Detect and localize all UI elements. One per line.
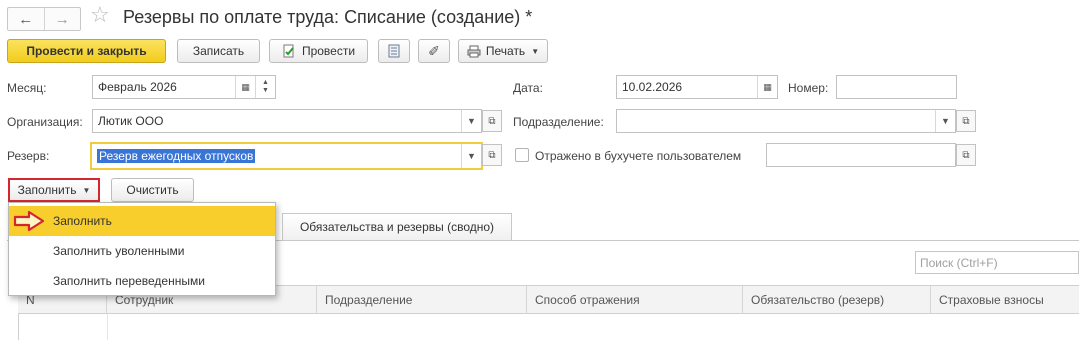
number-field[interactable]: [836, 75, 957, 99]
month-stepper[interactable]: ▲ ▼: [255, 76, 275, 98]
open-accounting-user-button[interactable]: ⧉: [956, 144, 976, 166]
fill-button-label: Заполнить: [17, 183, 77, 197]
organization-field[interactable]: Лютик ООО ▼: [92, 109, 482, 133]
accounting-checkbox-label: Отражено в бухучете пользователем: [535, 149, 742, 163]
clear-button[interactable]: Очистить: [111, 178, 194, 202]
column-division[interactable]: Подразделение: [316, 286, 526, 313]
printer-icon: [467, 45, 481, 57]
post-button-label: Провести: [301, 44, 356, 58]
chevron-down-icon: ▼: [82, 185, 91, 195]
stepper-up-icon[interactable]: ▲: [262, 79, 269, 87]
save-button[interactable]: Записать: [177, 39, 260, 63]
organization-value: Лютик ООО: [98, 114, 164, 128]
division-field[interactable]: ▼: [616, 109, 956, 133]
menu-item-fill-transferred[interactable]: Заполнить переведенными: [9, 266, 275, 296]
post-and-close-button[interactable]: Провести и закрыть: [7, 39, 166, 63]
document-list-button[interactable]: [378, 39, 410, 63]
column-insurance-contributions[interactable]: Страховые взносы: [930, 286, 1079, 313]
star-icon[interactable]: ☆: [90, 4, 110, 26]
stepper-down-icon[interactable]: ▼: [262, 87, 269, 95]
date-field[interactable]: 10.02.2026 ▦: [616, 75, 778, 99]
column-reflection-method[interactable]: Способ отражения: [526, 286, 742, 313]
menu-item-label: Заполнить: [53, 214, 112, 228]
search-input[interactable]: Поиск (Ctrl+F): [915, 251, 1079, 274]
menu-item-fill[interactable]: Заполнить: [9, 206, 275, 236]
division-label: Подразделение:: [513, 115, 604, 129]
attachment-button[interactable]: ✐: [418, 39, 450, 63]
menu-item-label: Заполнить уволенными: [53, 244, 185, 258]
calendar-icon[interactable]: ▦: [235, 76, 255, 98]
paperclip-icon: ✐: [428, 42, 440, 59]
fill-dropdown-menu: Заполнить Заполнить уволенными Заполнить…: [8, 202, 276, 296]
tab-obligations-summary[interactable]: Обязательства и резервы (сводно): [282, 213, 512, 240]
reserve-value: Резерв ежегодных отпусков: [97, 149, 256, 163]
open-window-icon: ⧉: [488, 115, 496, 127]
reserve-field[interactable]: Резерв ежегодных отпусков ▼: [90, 142, 483, 170]
open-reserve-button[interactable]: ⧉: [482, 144, 502, 166]
chevron-down-icon[interactable]: ▼: [461, 110, 481, 132]
page-title: Резервы по оплате труда: Списание (созда…: [123, 7, 533, 27]
organization-label: Организация:: [7, 115, 83, 129]
print-button[interactable]: Печать ▼: [458, 39, 548, 63]
date-label: Дата:: [513, 81, 543, 95]
month-value: Февраль 2026: [98, 80, 177, 94]
open-window-icon: ⧉: [962, 149, 970, 161]
menu-item-label: Заполнить переведенными: [53, 274, 205, 288]
post-button[interactable]: Провести: [269, 39, 368, 63]
column-obligation-reserve[interactable]: Обязательство (резерв): [742, 286, 930, 313]
open-organization-button[interactable]: ⧉: [482, 110, 502, 132]
back-button[interactable]: ←: [8, 8, 44, 30]
calendar-icon[interactable]: ▦: [757, 76, 777, 98]
list-icon: [388, 44, 400, 58]
arrow-right-icon: [13, 210, 45, 232]
post-document-icon: [283, 44, 294, 58]
open-window-icon: ⧉: [962, 115, 970, 127]
arrow-right-icon: →: [54, 10, 70, 28]
chevron-down-icon[interactable]: ▼: [935, 110, 955, 132]
open-division-button[interactable]: ⧉: [956, 110, 976, 132]
number-label: Номер:: [788, 81, 829, 95]
accounting-user-field[interactable]: [766, 143, 956, 167]
fill-button[interactable]: Заполнить ▼: [8, 178, 100, 202]
table-body[interactable]: [18, 314, 1079, 340]
accounting-checkbox[interactable]: [515, 148, 529, 162]
print-button-label: Печать: [485, 44, 526, 58]
date-value: 10.02.2026: [622, 80, 683, 94]
chevron-down-icon[interactable]: ▼: [461, 144, 481, 168]
menu-item-fill-dismissed[interactable]: Заполнить уволенными: [9, 236, 275, 266]
month-field[interactable]: Февраль 2026 ▦ ▲ ▼: [92, 75, 276, 99]
reserve-label: Резерв:: [7, 149, 50, 163]
arrow-left-icon: ←: [18, 10, 34, 28]
open-window-icon: ⧉: [488, 149, 496, 161]
navigation-buttons: ← →: [7, 7, 81, 31]
forward-button[interactable]: →: [43, 8, 81, 30]
chevron-down-icon: ▼: [531, 46, 540, 56]
month-label: Месяц:: [7, 81, 47, 95]
